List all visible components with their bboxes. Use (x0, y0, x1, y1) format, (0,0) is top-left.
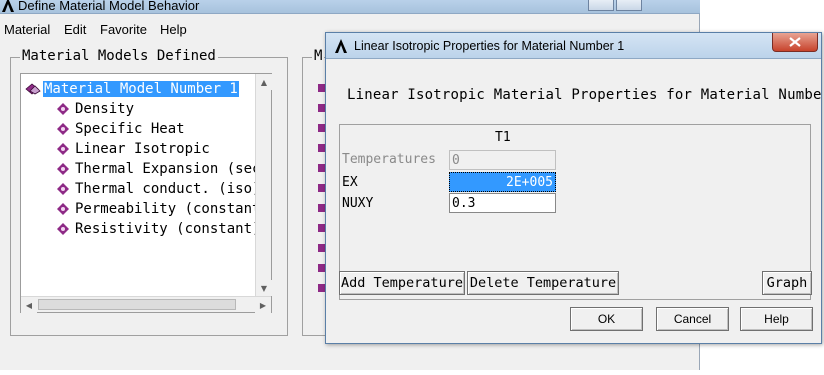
tree-vertical-scrollbar[interactable]: ▲ ▼ (255, 74, 272, 296)
property-diamond-icon (57, 123, 69, 135)
help-button[interactable]: Help (740, 307, 813, 331)
tree-item-material-model-1[interactable]: Material Model Number 1 (25, 80, 239, 98)
property-diamond-icon (57, 163, 69, 175)
menu-material[interactable]: Material (4, 22, 50, 37)
graph-button[interactable]: Graph (762, 271, 812, 295)
maximize-icon[interactable] (616, 0, 642, 11)
models-defined-label: Material Models Defined (20, 48, 218, 64)
temperature-field[interactable]: 0 (449, 150, 556, 170)
property-diamond-icon (57, 183, 69, 195)
linear-isotropic-dialog: Linear Isotropic Properties for Material… (325, 32, 824, 344)
scroll-left-icon[interactable]: ◀ (21, 297, 37, 313)
scroll-thumb[interactable] (38, 299, 236, 310)
minimize-icon[interactable] (588, 0, 614, 11)
tree-item-label: Permeability (constant (75, 201, 261, 217)
material-model-icon (25, 83, 41, 95)
property-diamond-icon (57, 223, 69, 235)
nuxy-field[interactable]: 0.3 (449, 193, 556, 213)
row-label-nuxy: NUXY (342, 196, 374, 211)
tree-item-label: Thermal Expansion (sec (75, 161, 261, 177)
tree-item-permeability[interactable]: Permeability (constant (57, 200, 260, 218)
tree-item-resistivity[interactable]: Resistivity (constant) (57, 220, 260, 238)
property-diamond-icon (57, 203, 69, 215)
dialog-titlebar[interactable]: Linear Isotropic Properties for Material… (326, 33, 821, 59)
tree-item-label: Density (75, 101, 135, 117)
row-label-ex: EX (342, 175, 358, 190)
window-title: Define Material Model Behavior (18, 0, 200, 13)
tree-item-thermal-conduct[interactable]: Thermal conduct. (iso) (57, 180, 260, 198)
column-header-t1: T1 (495, 130, 511, 145)
menu-favorite[interactable]: Favorite (100, 22, 147, 37)
models-available-label: M (312, 48, 325, 64)
tree-item-label: Specific Heat (75, 121, 185, 137)
close-icon[interactable] (772, 33, 818, 52)
tree-item-linear-isotropic[interactable]: Linear Isotropic (57, 140, 210, 158)
add-temperature-button[interactable]: Add Temperature (339, 271, 465, 295)
dialog-title: Linear Isotropic Properties for Material… (354, 39, 625, 53)
tree-item-specific-heat[interactable]: Specific Heat (57, 120, 185, 138)
material-model-window-titlebar[interactable]: Define Material Model Behavior (0, 0, 700, 14)
menu-help[interactable]: Help (160, 22, 187, 37)
tree-item-density[interactable]: Density (57, 100, 134, 118)
menu-edit[interactable]: Edit (64, 22, 86, 37)
tree-item-label: Linear Isotropic (75, 141, 210, 157)
tree-item-label: Resistivity (constant) (75, 221, 261, 237)
tree-item-label: Material Model Number 1 (43, 81, 239, 97)
ansys-logo-icon (2, 0, 14, 12)
property-diamond-icon (57, 103, 69, 115)
delete-temperature-button[interactable]: Delete Temperature (467, 271, 619, 295)
dialog-heading: Linear Isotropic Material Properties for… (347, 87, 824, 103)
menu-bar: Material Edit Favorite Help (0, 22, 325, 40)
scroll-down-icon[interactable]: ▼ (256, 280, 272, 296)
ansys-logo-icon (335, 39, 347, 53)
scroll-right-icon[interactable]: ▶ (255, 297, 271, 313)
ex-field[interactable]: 2E+005 (449, 172, 556, 192)
cancel-button[interactable]: Cancel (656, 307, 729, 331)
tree-item-label: Thermal conduct. (iso) (75, 181, 261, 197)
tree-horizontal-scrollbar[interactable]: ◀ ▶ (21, 296, 271, 313)
models-defined-tree[interactable]: Material Model Number 1 Density Specific… (20, 73, 272, 313)
property-diamond-icon (57, 143, 69, 155)
ok-button[interactable]: OK (570, 307, 643, 331)
tree-item-thermal-expansion[interactable]: Thermal Expansion (sec (57, 160, 260, 178)
scroll-up-icon[interactable]: ▲ (256, 74, 272, 90)
row-label-temperatures: Temperatures (342, 152, 436, 167)
